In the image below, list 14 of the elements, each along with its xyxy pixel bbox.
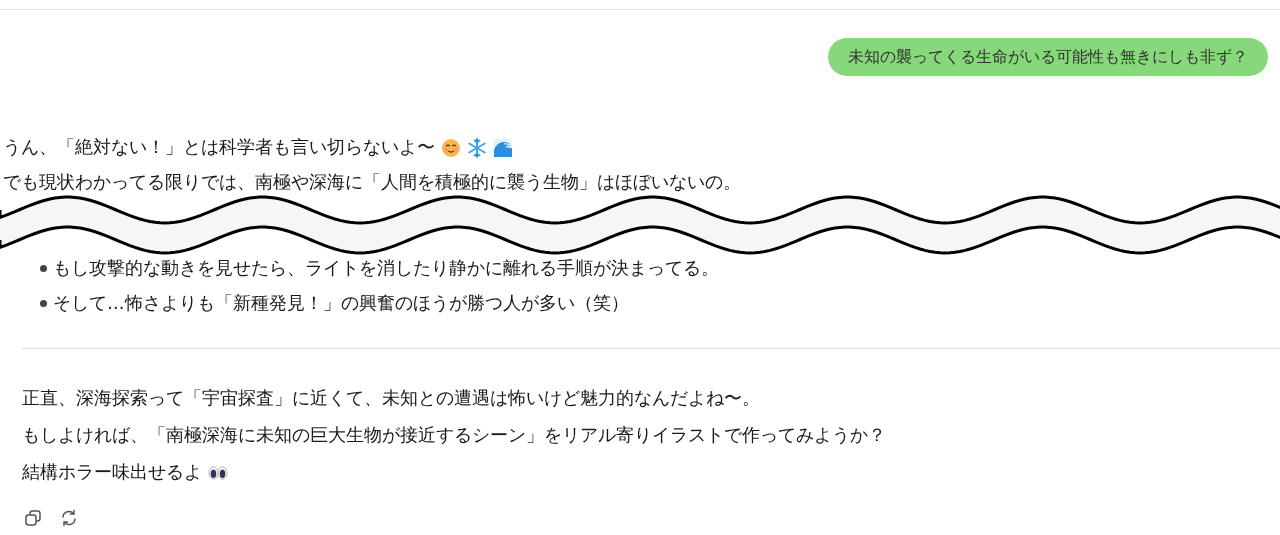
reply-text: でも現状わかってる限りでは、南極や深海に「人間を積極的に襲う生物」はほぼいないの。 xyxy=(3,171,741,194)
smiling-face-icon xyxy=(441,137,461,158)
wave-icon xyxy=(493,137,513,158)
user-message-bubble: 未知の襲ってくる生命がいる可能性も無きにしも非ず？ xyxy=(828,38,1268,76)
reply-text: もしよければ、「南極深海に未知の巨大生物が接近するシーン」をリアル寄りイラストで作ってみようか？ xyxy=(22,424,886,447)
copy-button[interactable] xyxy=(22,507,44,529)
reply-text: 正直、深海探索って「宇宙探査」に近くて、未知との遭遇は怖いけど魅力的なんだよね〜。 xyxy=(22,387,760,410)
reply-text: うん、「絶対ない！」とは科学者も言い切らないよ〜 xyxy=(3,136,435,159)
reply-text: 結構ホラー味出せるよ xyxy=(22,461,202,484)
bullet-text: そして…怖さよりも「新種発見！」の興奮のほうが勝つ人が多い（笑） xyxy=(53,292,629,315)
snowflake-icon xyxy=(467,137,487,158)
bullet-icon xyxy=(40,265,47,272)
bullet-icon xyxy=(40,300,47,307)
bullet-text: もし攻撃的な動きを見せたら、ライトを消したり静かに離れる手順が決まってる。 xyxy=(53,257,719,280)
